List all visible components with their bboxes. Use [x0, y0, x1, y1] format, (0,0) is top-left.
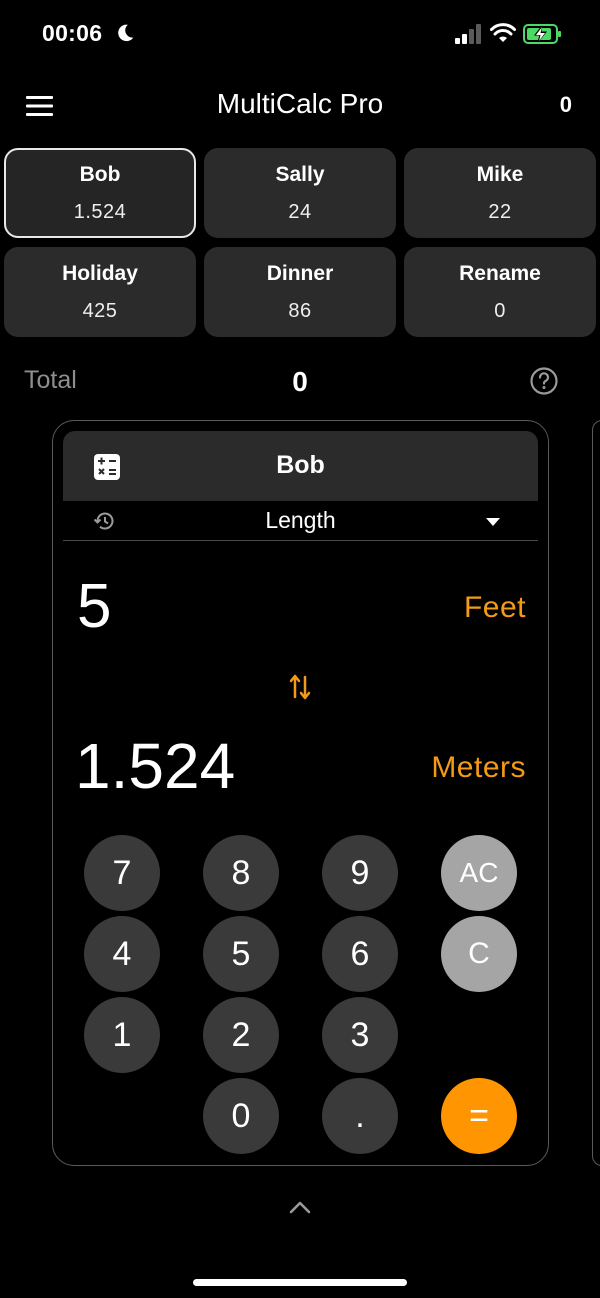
key-6[interactable]: 6: [322, 916, 398, 992]
tile-value: 24: [288, 200, 312, 223]
next-card-edge[interactable]: [592, 420, 600, 1166]
header-count: 0: [559, 92, 572, 117]
mode-label: Length: [265, 507, 336, 533]
question-circle-icon[interactable]: [529, 366, 559, 396]
calculator-header: Bob: [63, 431, 538, 501]
tile-mike[interactable]: Mike 22: [404, 148, 596, 238]
tile-name: Dinner: [266, 261, 334, 285]
calculator-card: Bob Length 5 Feet 1.524 Meters 7 8 9 AC …: [52, 420, 549, 1166]
tile-bob[interactable]: Bob 1.524: [4, 148, 196, 238]
home-indicator[interactable]: [193, 1279, 407, 1286]
tile-name: Mike: [476, 162, 524, 186]
tile-name: Bob: [79, 162, 121, 186]
equals-button[interactable]: =: [441, 1078, 517, 1154]
chevron-up-icon[interactable]: [289, 1200, 311, 1214]
key-1[interactable]: 1: [84, 997, 160, 1073]
profile-tiles: Bob 1.524 Sally 24 Mike 22 Holiday 425 D…: [4, 148, 596, 337]
status-time: 00:06: [42, 20, 103, 46]
key-5[interactable]: 5: [203, 916, 279, 992]
dropdown-arrow-icon[interactable]: [485, 517, 501, 527]
key-0[interactable]: 0: [203, 1078, 279, 1154]
tile-value: 425: [82, 299, 118, 322]
tile-name: Rename: [459, 261, 541, 285]
decimal-point-button[interactable]: .: [322, 1078, 398, 1154]
output-value: 1.524: [75, 730, 236, 802]
tile-name: Holiday: [62, 261, 138, 285]
app-title: MultiCalc Pro: [216, 88, 384, 119]
tile-value: 22: [488, 200, 512, 223]
tile-name: Sally: [275, 162, 325, 186]
tile-sally[interactable]: Sally 24: [204, 148, 396, 238]
mode-selector[interactable]: Length: [63, 501, 538, 541]
wifi-icon: [490, 23, 516, 42]
swap-units-icon[interactable]: [289, 673, 311, 701]
status-bar: 00:06: [0, 0, 600, 70]
tile-value: 0: [494, 299, 506, 322]
moon-icon: [118, 24, 134, 42]
key-7[interactable]: 7: [84, 835, 160, 911]
tile-value: 1.524: [73, 200, 127, 223]
key-8[interactable]: 8: [203, 835, 279, 911]
tile-dinner[interactable]: Dinner 86: [204, 247, 396, 337]
total-value: 0: [292, 366, 308, 397]
all-clear-button[interactable]: AC: [441, 835, 517, 911]
key-2[interactable]: 2: [203, 997, 279, 1073]
clear-button[interactable]: C: [441, 916, 517, 992]
calculator-title: Bob: [276, 451, 325, 479]
tile-rename[interactable]: Rename 0: [404, 247, 596, 337]
input-unit[interactable]: Feet: [464, 591, 526, 625]
output-unit[interactable]: Meters: [431, 751, 526, 785]
signal-icon: [455, 24, 481, 44]
battery-charging-icon: [523, 24, 561, 44]
tile-holiday[interactable]: Holiday 425: [4, 247, 196, 337]
key-4[interactable]: 4: [84, 916, 160, 992]
tile-value: 86: [288, 299, 312, 322]
key-9[interactable]: 9: [322, 835, 398, 911]
key-3[interactable]: 3: [322, 997, 398, 1073]
input-value[interactable]: 5: [77, 571, 111, 642]
